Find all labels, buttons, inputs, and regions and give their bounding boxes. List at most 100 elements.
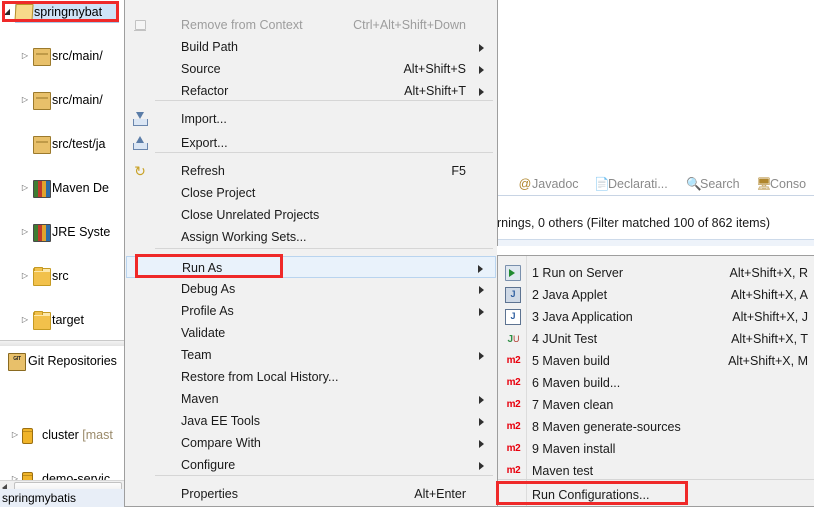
submenu-item-label: 3 Java Application [532, 310, 633, 324]
submenu-item-maven-test[interactable]: m2 Maven test [499, 460, 814, 482]
menu-item-validate[interactable]: Validate [126, 322, 496, 344]
submenu-item-label: 4 JUnit Test [532, 332, 598, 346]
submenu-item-1-run-on-server[interactable]: 1 Run on Server Alt+Shift+X, R [499, 262, 814, 284]
submenu-item-accelerator: Alt+Shift+X, M [728, 354, 808, 368]
package-icon [33, 48, 51, 66]
tree-item-springmybat[interactable]: ◢ springmybat [0, 1, 124, 23]
tab-javadoc[interactable]: @Javadoc [518, 174, 579, 194]
m2-icon: m2 [506, 465, 521, 476]
folder-icon [33, 267, 51, 286]
tree-item-label: src [52, 269, 69, 283]
submenu-item-5-maven-build[interactable]: m2 5 Maven build Alt+Shift+X, M [499, 350, 814, 372]
submenu-item-6-maven-build[interactable]: m2 6 Maven build... [499, 372, 814, 394]
tree-item-label: target [52, 313, 84, 327]
tree-twisty[interactable]: ▷ [20, 89, 30, 111]
tree-twisty[interactable]: ▷ [20, 45, 30, 67]
tree-twisty[interactable]: ▷ [20, 221, 30, 243]
submenu-item-run-configurations[interactable]: Run Configurations... [499, 484, 814, 506]
menu-item-compare-with[interactable]: Compare With [126, 432, 496, 454]
menu-item-refresh[interactable]: ↻ Refresh F5 [126, 160, 496, 182]
tree-item-target[interactable]: ▷ target [0, 309, 124, 331]
tab-declaration-label: Declarati... [608, 177, 668, 191]
tree-item-jre-syste[interactable]: ▷ JRE Syste [0, 221, 124, 243]
submenu-arrow-icon [478, 265, 483, 273]
tab-console-label: Conso [770, 177, 807, 191]
menu-item-java-ee-tools[interactable]: Java EE Tools [126, 410, 496, 432]
submenu-item-2-java-applet[interactable]: 2 Java Applet Alt+Shift+X, A [499, 284, 814, 306]
tab-declaration[interactable]: 📄Declarati... [594, 174, 668, 194]
project-context-menu[interactable]: Remove from Context Ctrl+Alt+Shift+Down Bu… [124, 0, 498, 507]
tree-item-src-test-ja[interactable]: src/test/ja [0, 133, 124, 155]
menu-item-restore-from-local-history[interactable]: Restore from Local History... [126, 366, 496, 388]
menu-item-label: Source [181, 62, 221, 76]
menu-item-accelerator: Ctrl+Alt+Shift+Down [353, 18, 466, 32]
menu-item-assign-working-sets[interactable]: Assign Working Sets... [126, 226, 496, 248]
submenu-item-4-junit-test[interactable]: JU 4 JUnit Test Alt+Shift+X, T [499, 328, 814, 350]
tree-item-maven-de[interactable]: ▷ Maven De [0, 177, 124, 199]
at-icon: @ [518, 177, 532, 191]
tree-twisty[interactable]: ▷ [10, 424, 20, 446]
view-tab-bar: @Javadoc 📄Declarati... 🔍Search 🖥Conso [490, 170, 814, 196]
menu-item-refactor[interactable]: Refactor Alt+Shift+T [126, 80, 496, 102]
tree-twisty[interactable]: ▷ [20, 265, 30, 287]
menu-item-accelerator: Alt+Shift+T [404, 84, 466, 98]
menu-item-close-project[interactable]: Close Project [126, 182, 496, 204]
tree-twisty[interactable]: ▷ [20, 309, 30, 331]
menu-item-import[interactable]: Import... [126, 108, 496, 130]
menu-item-close-unrelated-projects[interactable]: Close Unrelated Projects [126, 204, 496, 226]
submenu-arrow-icon [479, 396, 484, 404]
menu-item-export[interactable]: Export... [126, 132, 496, 154]
search-icon: 🔍 [686, 177, 702, 191]
menu-item-team[interactable]: Team [126, 344, 496, 366]
menu-item-label: Compare With [181, 436, 261, 450]
menu-item-label: Validate [181, 326, 226, 340]
m2-icon: m2 [506, 355, 521, 366]
project-explorer[interactable]: ◢ springmybat ▷ src/main/ ▷ src/main/src/test… [0, 0, 124, 507]
submenu-item-9-maven-install[interactable]: m2 9 Maven install [499, 438, 814, 460]
submenu-arrow-icon [479, 88, 484, 96]
menu-item-maven[interactable]: Maven [126, 388, 496, 410]
submenu-item-8-maven-generate-sources[interactable]: m2 8 Maven generate-sources [499, 416, 814, 438]
menu-item-configure[interactable]: Configure [126, 454, 496, 476]
git-repositories-view[interactable]: Git Repositories ▷cluster [mast▷demo-ser… [0, 346, 124, 488]
folder-icon [33, 311, 51, 330]
submenu-item-label: 9 Maven install [532, 442, 616, 456]
import-icon [132, 111, 148, 127]
menu-item-debug-as[interactable]: Debug As [126, 278, 496, 300]
git-repo-item[interactable]: ▷ cluster [mast [0, 424, 124, 446]
tree-item-src-main[interactable]: ▷ src/main/ [0, 89, 124, 111]
menu-item-profile-as[interactable]: Profile As [126, 300, 496, 322]
menu-item-label: Build Path [181, 40, 238, 54]
submenu-arrow-icon [479, 308, 484, 316]
tree-twisty[interactable]: ▷ [20, 177, 30, 199]
package-icon [33, 136, 51, 154]
tree-item-label: JRE Syste [52, 225, 111, 239]
submenu-arrow-icon [479, 66, 484, 74]
menu-item-source[interactable]: Source Alt+Shift+S [126, 58, 496, 80]
menu-item-properties[interactable]: Properties Alt+Enter [126, 483, 496, 505]
junit-icon: JU [507, 334, 520, 345]
tree-item-src-main[interactable]: ▷ src/main/ [0, 45, 124, 67]
submenu-arrow-icon [479, 462, 484, 470]
run-on-server-icon [505, 265, 521, 281]
submenu-item-accelerator: Alt+Shift+X, A [730, 288, 808, 302]
menu-item-run-as[interactable]: Run As [126, 256, 496, 278]
submenu-item-3-java-application[interactable]: 3 Java Application Alt+Shift+X, J [499, 306, 814, 328]
tree-item-src[interactable]: ▷ src [0, 265, 124, 287]
submenu-item-label: 6 Maven build... [532, 376, 621, 390]
tab-search[interactable]: 🔍Search [686, 174, 740, 194]
git-repository-list[interactable]: ▷cluster [mast▷demo-servic▷demo-servic [0, 368, 124, 488]
submenu-arrow-icon [479, 418, 484, 426]
java-applet-icon [505, 287, 521, 303]
problems-filter-text: arnings, 0 others (Filter matched 100 of… [490, 216, 770, 230]
menu-item-remove-from-context[interactable]: Remove from Context Ctrl+Alt+Shift+Down [126, 14, 496, 36]
menu-item-build-path[interactable]: Build Path [126, 36, 496, 58]
submenu-item-7-maven-clean[interactable]: m2 7 Maven clean [499, 394, 814, 416]
project-tree[interactable]: ◢ springmybat ▷ src/main/ ▷ src/main/src/test… [0, 0, 124, 506]
run-as-submenu[interactable]: 1 Run on Server Alt+Shift+X, R 2 Java Appl… [497, 255, 814, 507]
tab-console[interactable]: 🖥Conso [756, 174, 806, 194]
m2-icon: m2 [506, 399, 521, 410]
tree-twisty[interactable]: ◢ [2, 1, 12, 23]
status-bar: springmybatis [0, 489, 124, 507]
menu-item-label: Refresh [181, 164, 225, 178]
